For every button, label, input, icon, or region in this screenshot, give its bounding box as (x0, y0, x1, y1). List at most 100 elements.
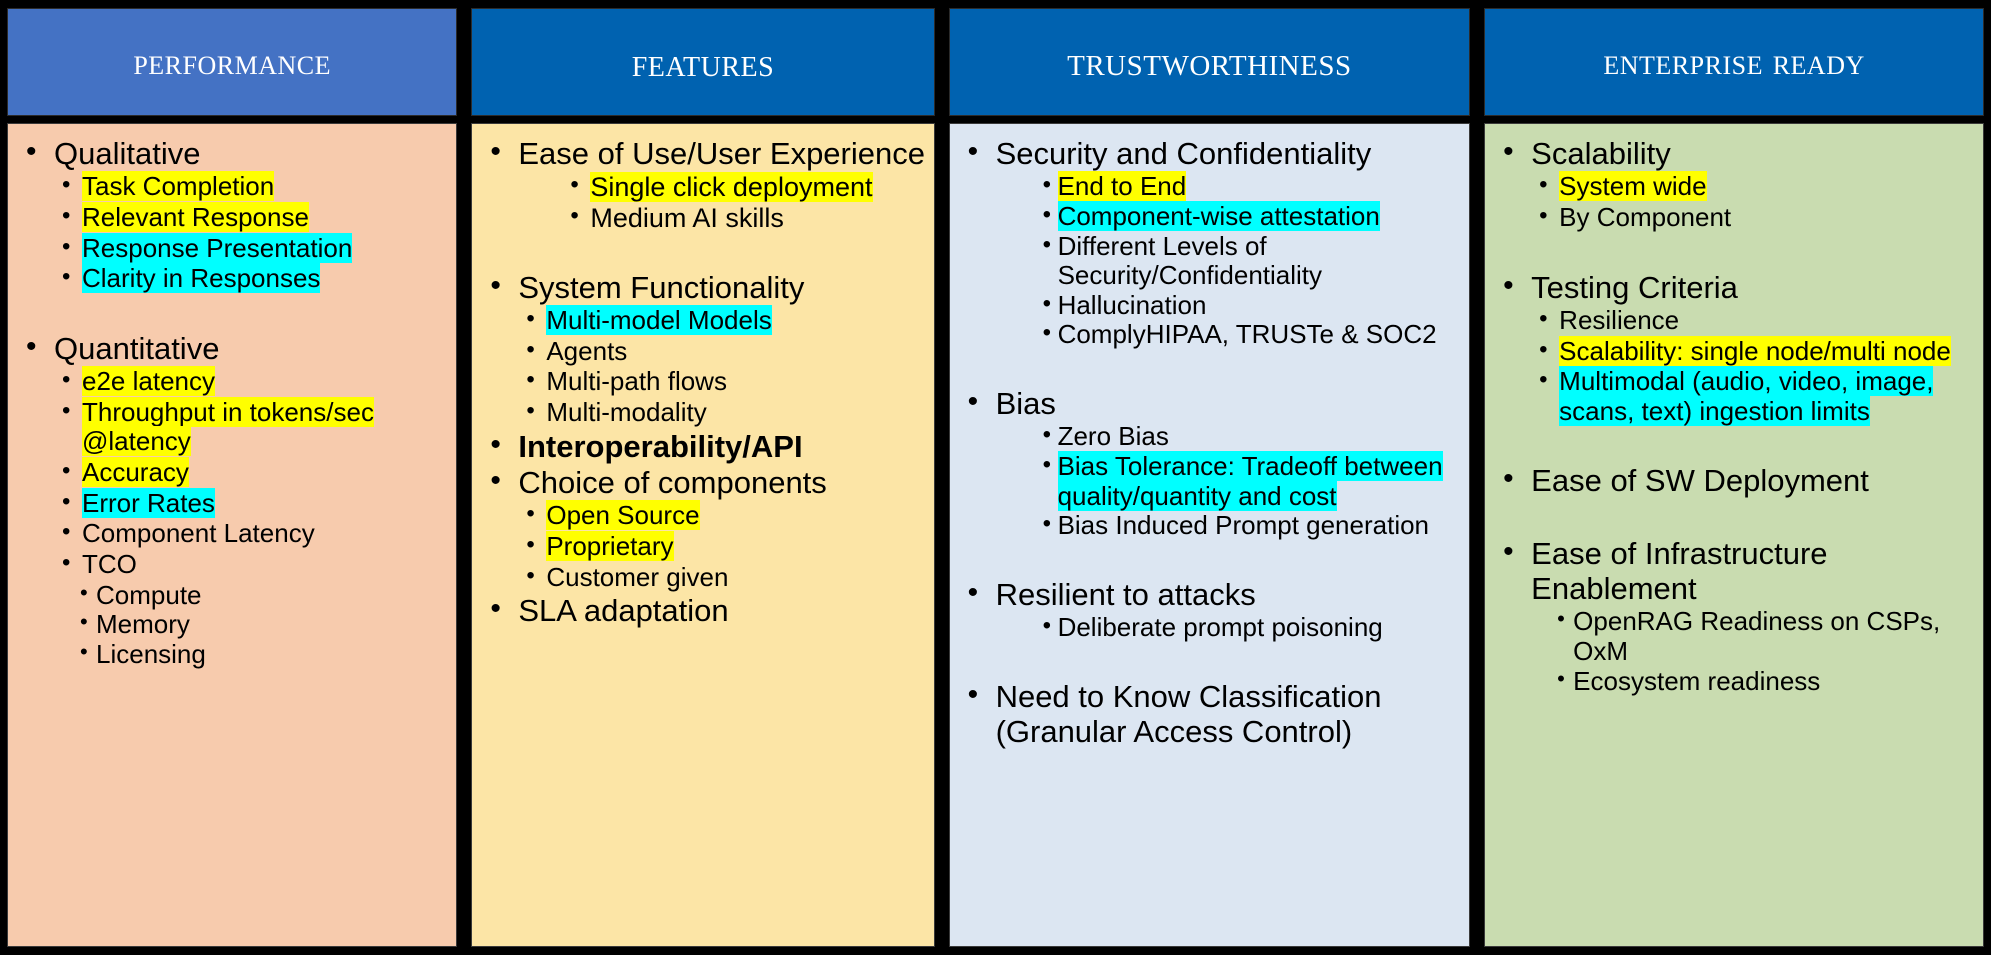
item-text: ComplyHIPAA, TRUSTe & SOC2 (1057, 319, 1437, 350)
list-item: Deliberate prompt poisoning (958, 612, 1462, 643)
list-item: e2e latency (16, 366, 448, 397)
list-item: Bias (958, 385, 1462, 421)
list-item: Component-wise attestation (958, 200, 1462, 232)
item-text: Proprietary (546, 530, 674, 561)
item-text: Response Presentation (82, 232, 353, 263)
item-text: Component-wise attestation (1057, 200, 1380, 231)
list-item: Qualitative (16, 135, 448, 171)
list-item: Zero Bias (958, 421, 1462, 452)
item-text: Ease of Use/User Experience (518, 136, 925, 171)
list-item: Proprietary (480, 530, 925, 562)
item-text: Error Rates (82, 487, 215, 518)
list-item: Interoperability/API (480, 428, 925, 464)
list-item: Customer given (480, 562, 925, 593)
item-text: Bias Induced Prompt generation (1057, 510, 1430, 541)
list-item: OpenRAG Readiness on CSPs, OxM (1493, 606, 1975, 667)
item-text: Single click deployment (590, 172, 873, 203)
column-header-performance: PERFORMANCE (7, 8, 458, 116)
item-text: Bias Tolerance: Tradeoff between quality… (1057, 451, 1443, 511)
item-text: Qualitative (54, 136, 201, 171)
list-item: Choice of components (480, 464, 925, 501)
list-item: System wide (1493, 171, 1975, 202)
bullet-list-security: Security and Confidentiality End to End … (958, 135, 1462, 350)
list-item: System Functionality (480, 269, 925, 305)
list-item: Different Levels of Security/Confidentia… (958, 230, 1462, 291)
bullet-list-sw-deployment: Ease of SW Deployment (1493, 462, 1975, 499)
list-item: Testing Criteria (1493, 269, 1975, 305)
item-text: Multi-modality (546, 397, 707, 428)
item-text: Security and Confidentiality (995, 136, 1372, 171)
column-body-trustworthiness: Security and Confidentiality End to End … (948, 123, 1471, 947)
item-text: Clarity in Responses (82, 263, 321, 294)
column-body-features: Ease of Use/User Experience Single click… (471, 123, 935, 947)
bullet-list-resilient: Resilient to attacks Deliberate prompt p… (958, 576, 1462, 643)
item-text: Resilient to attacks (995, 576, 1256, 612)
list-item: Compute (16, 580, 448, 611)
bullet-list-testing: Testing Criteria Resilience Scalability:… (1493, 269, 1975, 427)
list-item: End to End (958, 171, 1462, 202)
item-text: Multimodal (audio, video, image, scans, … (1559, 366, 1934, 426)
list-item: Multi-model Models (480, 305, 925, 336)
item-text: Ease of Infrastructure Enablement (1531, 535, 1828, 607)
list-item: ComplyHIPAA, TRUSTe & SOC2 (958, 319, 1462, 350)
item-text: Throughput in tokens/sec @latency (82, 396, 374, 457)
list-item: Accuracy (16, 457, 448, 488)
item-text: Need to Know Classification (Granular Ac… (995, 678, 1382, 750)
column-header-enterprise-ready: ENTERPRISE READY (1484, 8, 1984, 116)
list-item: Relevant Response (16, 201, 448, 233)
bullet-list-bias: Bias Zero Bias Bias Tolerance: Tradeoff … (958, 385, 1462, 541)
item-text: Hallucination (1057, 289, 1207, 320)
item-text: OpenRAG Readiness on CSPs, OxM (1573, 606, 1941, 667)
list-item: Single click deployment (480, 171, 925, 203)
item-text: Zero Bias (1057, 421, 1169, 452)
item-text: Relevant Response (82, 201, 309, 232)
list-item: TCO (16, 549, 448, 580)
list-item: Ease of SW Deployment (1493, 462, 1975, 499)
list-item: SLA adaptation (480, 592, 925, 628)
item-text: Multi-model Models (546, 305, 772, 336)
list-item: Multi-path flows (480, 366, 925, 397)
list-item: Throughput in tokens/sec @latency (16, 396, 448, 457)
list-item: Ease of Infrastructure Enablement (1493, 535, 1975, 607)
list-item: Component Latency (16, 518, 448, 549)
list-item: Bias Tolerance: Tradeoff between quality… (958, 451, 1462, 511)
item-text: Component Latency (82, 518, 315, 549)
item-text: Choice of components (518, 465, 827, 501)
item-text: Ecosystem readiness (1573, 665, 1821, 696)
item-text: Memory (96, 609, 190, 640)
list-item: Multimodal (audio, video, image, scans, … (1493, 366, 1975, 426)
item-text: Different Levels of Security/Confidentia… (1057, 230, 1323, 291)
list-item: Agents (480, 336, 925, 367)
item-text: Ease of SW Deployment (1531, 463, 1869, 499)
list-item: Bias Induced Prompt generation (958, 510, 1462, 541)
item-text: Open Source (546, 500, 700, 531)
list-item: Security and Confidentiality (958, 135, 1462, 171)
column-enterprise-ready: ENTERPRISE READY Scalability System wide… (1484, 8, 1984, 947)
item-text: Accuracy (82, 457, 189, 488)
column-header-features: FEATURES (471, 8, 935, 116)
item-text: Multi-path flows (546, 366, 727, 397)
bullet-list-performance-quant: Quantitative e2e latency Throughput in t… (16, 330, 448, 670)
bullet-list-need-to-know: Need to Know Classification (Granular Ac… (958, 678, 1462, 750)
list-item: By Component (1493, 202, 1975, 233)
list-item: Error Rates (16, 487, 448, 519)
bullet-list-infra-enablement: Ease of Infrastructure Enablement OpenRA… (1493, 535, 1975, 697)
item-text: Deliberate prompt poisoning (1057, 612, 1383, 643)
list-item: Medium AI skills (480, 202, 925, 234)
item-text: e2e latency (82, 366, 215, 397)
list-item: Response Presentation (16, 232, 448, 264)
list-item: Open Source (480, 500, 925, 531)
item-text: Scalability: single node/multi node (1559, 335, 1951, 366)
bullet-list-performance: Qualitative Task Completion Relevant Res… (16, 135, 448, 294)
list-item: Memory (16, 609, 448, 640)
list-item: Hallucination (958, 289, 1462, 321)
list-item: Resilience (1493, 305, 1975, 336)
list-item: Resilient to attacks (958, 576, 1462, 612)
list-item: Quantitative (16, 330, 448, 366)
item-text: Scalability (1531, 136, 1671, 171)
item-text: Quantitative (54, 330, 220, 366)
list-item: Ecosystem readiness (1493, 665, 1975, 697)
